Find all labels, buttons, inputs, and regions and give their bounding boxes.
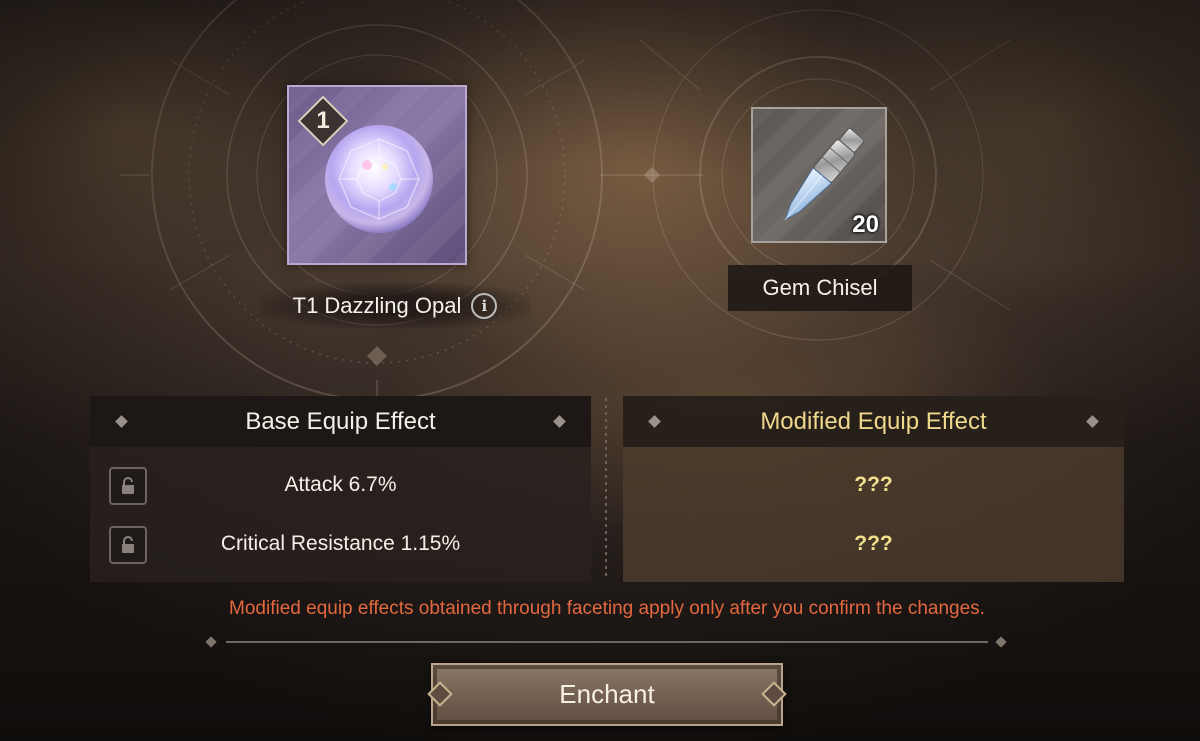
tier-badge: 1 — [297, 95, 349, 147]
enchant-button-label: Enchant — [559, 679, 655, 709]
material-count: 20 — [852, 211, 879, 238]
info-icon[interactable]: i — [471, 293, 498, 319]
gem-name-label: T1 Dazzling Opal i — [260, 283, 530, 329]
base-effect-title: Base Equip Effect — [245, 407, 436, 435]
header-diamond-ornament — [115, 415, 128, 428]
button-ornament — [761, 681, 787, 707]
button-ornament — [427, 681, 453, 707]
header-diamond-ornament — [1086, 415, 1099, 428]
modified-effect-header: Modified Equip Effect — [623, 396, 1124, 447]
modified-effect-row: ??? — [623, 467, 1124, 503]
modified-effect-panel: Modified Equip Effect ??? ??? — [623, 396, 1124, 582]
base-effect-row: Attack 6.7% — [90, 467, 591, 505]
lock-icon[interactable] — [109, 526, 147, 564]
modified-effect-text: ??? — [854, 532, 893, 555]
modified-effect-text: ??? — [854, 473, 893, 496]
separator-line — [226, 641, 988, 643]
base-effect-header: Base Equip Effect — [90, 396, 591, 447]
modified-effect-row: ??? — [623, 526, 1124, 562]
ornate-ring-decoration — [120, 0, 1011, 410]
base-effect-text: Critical Resistance 1.15% — [220, 532, 461, 555]
modified-effect-title: Modified Equip Effect — [760, 407, 987, 435]
base-effect-text: Attack 6.7% — [284, 473, 397, 496]
material-name: Gem Chisel — [762, 275, 878, 300]
confirm-notice: Modified equip effects obtained through … — [229, 598, 985, 619]
material-name-label: Gem Chisel — [728, 265, 912, 311]
panel-divider — [605, 398, 607, 580]
header-diamond-ornament — [648, 415, 661, 428]
material-slot[interactable]: 20 — [751, 107, 887, 243]
tier-number: 1 — [316, 107, 330, 134]
base-effect-panel: Base Equip Effect Attack 6.7% Critical R… — [90, 396, 591, 582]
lock-icon[interactable] — [109, 467, 147, 505]
enchant-button[interactable]: Enchant — [427, 663, 787, 726]
base-effect-row: Critical Resistance 1.15% — [90, 526, 591, 564]
header-diamond-ornament — [553, 415, 566, 428]
gem-name: T1 Dazzling Opal — [292, 293, 462, 318]
